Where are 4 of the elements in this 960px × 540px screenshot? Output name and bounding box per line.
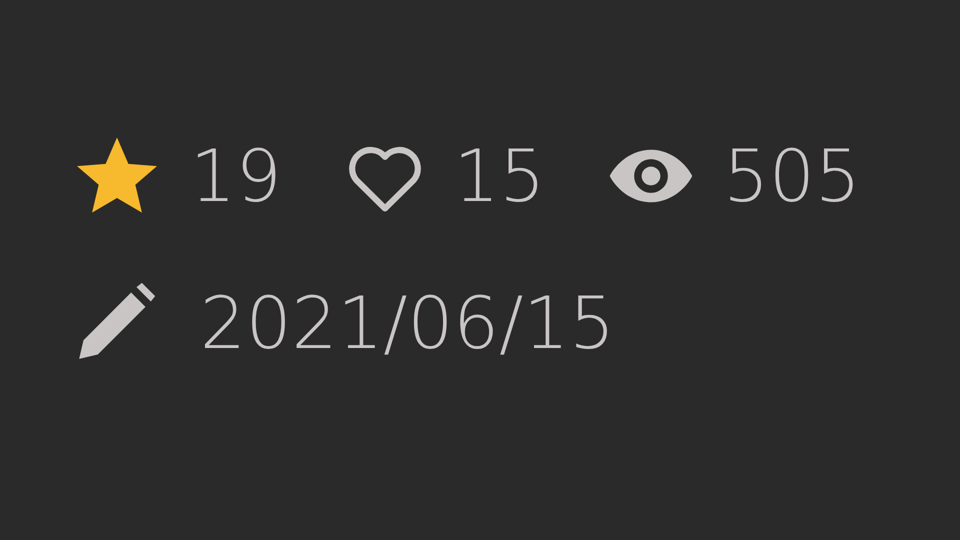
count-text: 15 bbox=[454, 140, 546, 212]
date-text: 2021/06/15 bbox=[200, 287, 615, 359]
count-text: 505 bbox=[723, 140, 861, 212]
count-text: 19 bbox=[190, 140, 282, 212]
